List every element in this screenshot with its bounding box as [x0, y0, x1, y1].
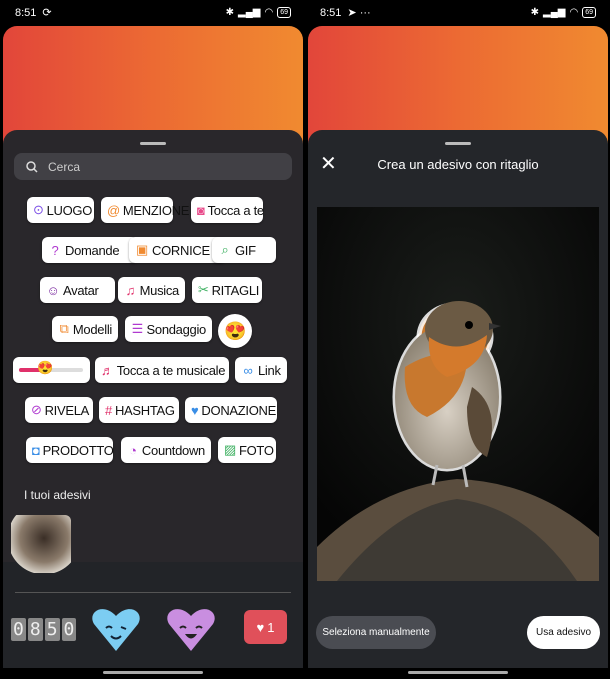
drag-handle[interactable]: [445, 142, 471, 145]
cutout-sheet: ✕ Crea un adesivo con ritaglio Seleziona…: [308, 130, 608, 668]
sticker-hashtag[interactable]: # HASHTAG: [99, 397, 179, 423]
custom-sticker-thumbnail[interactable]: [11, 515, 71, 573]
status-time: 8:51: [320, 6, 342, 19]
bluetooth-icon: ✱: [530, 7, 539, 18]
hashtag-icon: #: [105, 402, 112, 418]
battery-icon: 69: [277, 7, 291, 18]
heart-icon: ♥: [256, 619, 265, 635]
sticker-gif[interactable]: ⌕ GIF: [212, 237, 276, 263]
battery-icon: 69: [582, 7, 596, 18]
photo-icon: ▨: [224, 442, 236, 457]
status-bar: 8:51 ⟳ ✱ ▂▄▆ ◠ 69: [3, 0, 303, 25]
page-title: Crea un adesivo con ritaglio: [377, 157, 539, 172]
sticker-sheet: Cerca ⊙ LUOGO @ MENZIONE ◙ Tocca a te? Domande…: [3, 130, 303, 668]
signal-icon: ▂▄▆: [238, 7, 261, 18]
sticker-label: LUOGO: [46, 202, 93, 218]
sticker-countdown[interactable]: ◔ Countdown: [121, 437, 211, 463]
sticker-label: HASHTAG: [114, 402, 175, 418]
sticker-domande[interactable]: ? Domande: [42, 237, 138, 263]
sticker-label: MENZIONE: [122, 202, 190, 218]
eye-off-icon: ⊘: [31, 402, 42, 417]
sticker-luogo[interactable]: ⊙ LUOGO: [27, 197, 94, 223]
sticker-label: Modelli: [72, 321, 112, 337]
at-icon: @: [107, 202, 120, 218]
heart-coin-icon: ♥: [191, 402, 199, 418]
templates-icon: ⧉: [59, 321, 69, 336]
drag-handle[interactable]: [140, 142, 166, 145]
sticker-avatar[interactable]: ☺ Avatar: [40, 277, 115, 303]
sticker-tocca-a-te[interactable]: ◙ Tocca a te: [191, 197, 265, 223]
frame-icon: ▣: [136, 242, 148, 257]
music-plus-icon: ♬: [101, 362, 114, 378]
avatar-icon: ☺: [46, 282, 60, 298]
sticker-label: Link: [258, 362, 281, 378]
telegram-icon: ➤ ···: [347, 7, 371, 19]
sticker-link[interactable]: ∞ Link: [235, 357, 287, 383]
sticker-foto[interactable]: ▨ FOTO: [218, 437, 276, 463]
sticker-rivela[interactable]: ⊘ RIVELA: [25, 397, 93, 423]
left-screen: 8:51 ⟳ ✱ ▂▄▆ ◠ 69 Cerca ⊙ LUOGO @ MENZIONE ◙ Toc…: [3, 0, 303, 679]
sticker-ritagli[interactable]: ✂ RITAGLI: [192, 277, 262, 303]
poll-icon: ☰: [131, 321, 144, 336]
sticker-donazione[interactable]: ♥ DONAZIONE: [185, 397, 277, 423]
right-screen: 8:51 ➤ ··· ✱ ▂▄▆ ◠ 69 ✕ Crea un adesivo con…: [308, 0, 608, 679]
sticker-label: Musica: [139, 282, 180, 298]
search-input[interactable]: Cerca: [14, 153, 292, 180]
sticker-label: Tocca a te musicale: [116, 362, 226, 378]
search-placeholder: Cerca: [48, 159, 81, 174]
sticker-label: RITAGLI: [211, 282, 260, 298]
sticker-sondaggio[interactable]: ☰ Sondaggio: [125, 316, 212, 342]
sticker-modelli[interactable]: ⧉ Modelli: [52, 316, 118, 342]
emoji-slider-sticker-bar[interactable]: 😍: [13, 357, 90, 383]
bluetooth-icon: ✱: [225, 7, 234, 18]
sticker-label: GIF: [235, 242, 256, 258]
sticker-label: CORNICE: [152, 242, 210, 258]
sticker-musica[interactable]: ♫ Musica: [118, 277, 185, 303]
cutout-preview-image[interactable]: [317, 207, 599, 581]
sticker-label: RIVELA: [44, 402, 90, 418]
home-indicator[interactable]: [103, 671, 203, 674]
sticker-menzione[interactable]: @ MENZIONE: [101, 197, 189, 223]
search-icon: ⌕: [221, 242, 229, 257]
scissors-icon: ✂: [198, 282, 209, 297]
wifi-icon: ◠: [569, 7, 579, 18]
signal-icon: ▂▄▆: [543, 7, 566, 18]
location-pin-icon: ⊙: [33, 202, 44, 217]
search-icon: [26, 160, 38, 173]
sticker-label: Tocca a te: [207, 202, 265, 218]
use-sticker-button[interactable]: Usa adesivo: [527, 616, 600, 649]
sticker-label: Domande: [65, 242, 120, 258]
sync-icon: ⟳: [42, 7, 52, 19]
sticker-label: Avatar: [63, 282, 99, 298]
emoji-slider-sticker[interactable]: 😍: [218, 314, 252, 348]
sticker-label: Sondaggio: [146, 321, 207, 337]
question-bubble-icon: ?: [51, 242, 59, 258]
my-stickers-label: I tuoi adesivi: [24, 488, 91, 502]
clock-sticker[interactable]: 0 8 5 0: [11, 618, 77, 641]
sticker-label: Countdown: [141, 442, 205, 458]
blue-heart-sticker[interactable]: [91, 606, 141, 652]
status-time: 8:51: [15, 6, 37, 19]
sticker-tocca-a-te-musicale[interactable]: ♬ Tocca a te musicale: [95, 357, 229, 383]
select-manually-button[interactable]: Seleziona manualmente: [316, 616, 436, 649]
timer-icon: ◔: [129, 442, 137, 458]
wifi-icon: ◠: [264, 7, 274, 18]
sticker-label: FOTO: [238, 442, 274, 458]
sticker-label: DONAZIONE: [201, 402, 277, 418]
status-bar: 8:51 ➤ ··· ✱ ▂▄▆ ◠ 69: [308, 0, 608, 25]
camera-icon: ◙: [197, 202, 205, 218]
like-counter-sticker[interactable]: ♥ 1: [244, 610, 287, 644]
shopping-bag-icon: ◘: [32, 442, 40, 458]
music-note-icon: ♫: [125, 282, 136, 298]
home-indicator[interactable]: [408, 671, 508, 674]
sticker-label: PRODOTTO: [42, 442, 114, 458]
link-icon: ∞: [243, 362, 253, 378]
sticker-prodotto[interactable]: ◘ PRODOTTO: [26, 437, 114, 463]
heart-eyes-emoji-icon: 😍: [37, 360, 53, 375]
divider: [15, 592, 291, 593]
purple-heart-sticker[interactable]: [166, 606, 216, 652]
